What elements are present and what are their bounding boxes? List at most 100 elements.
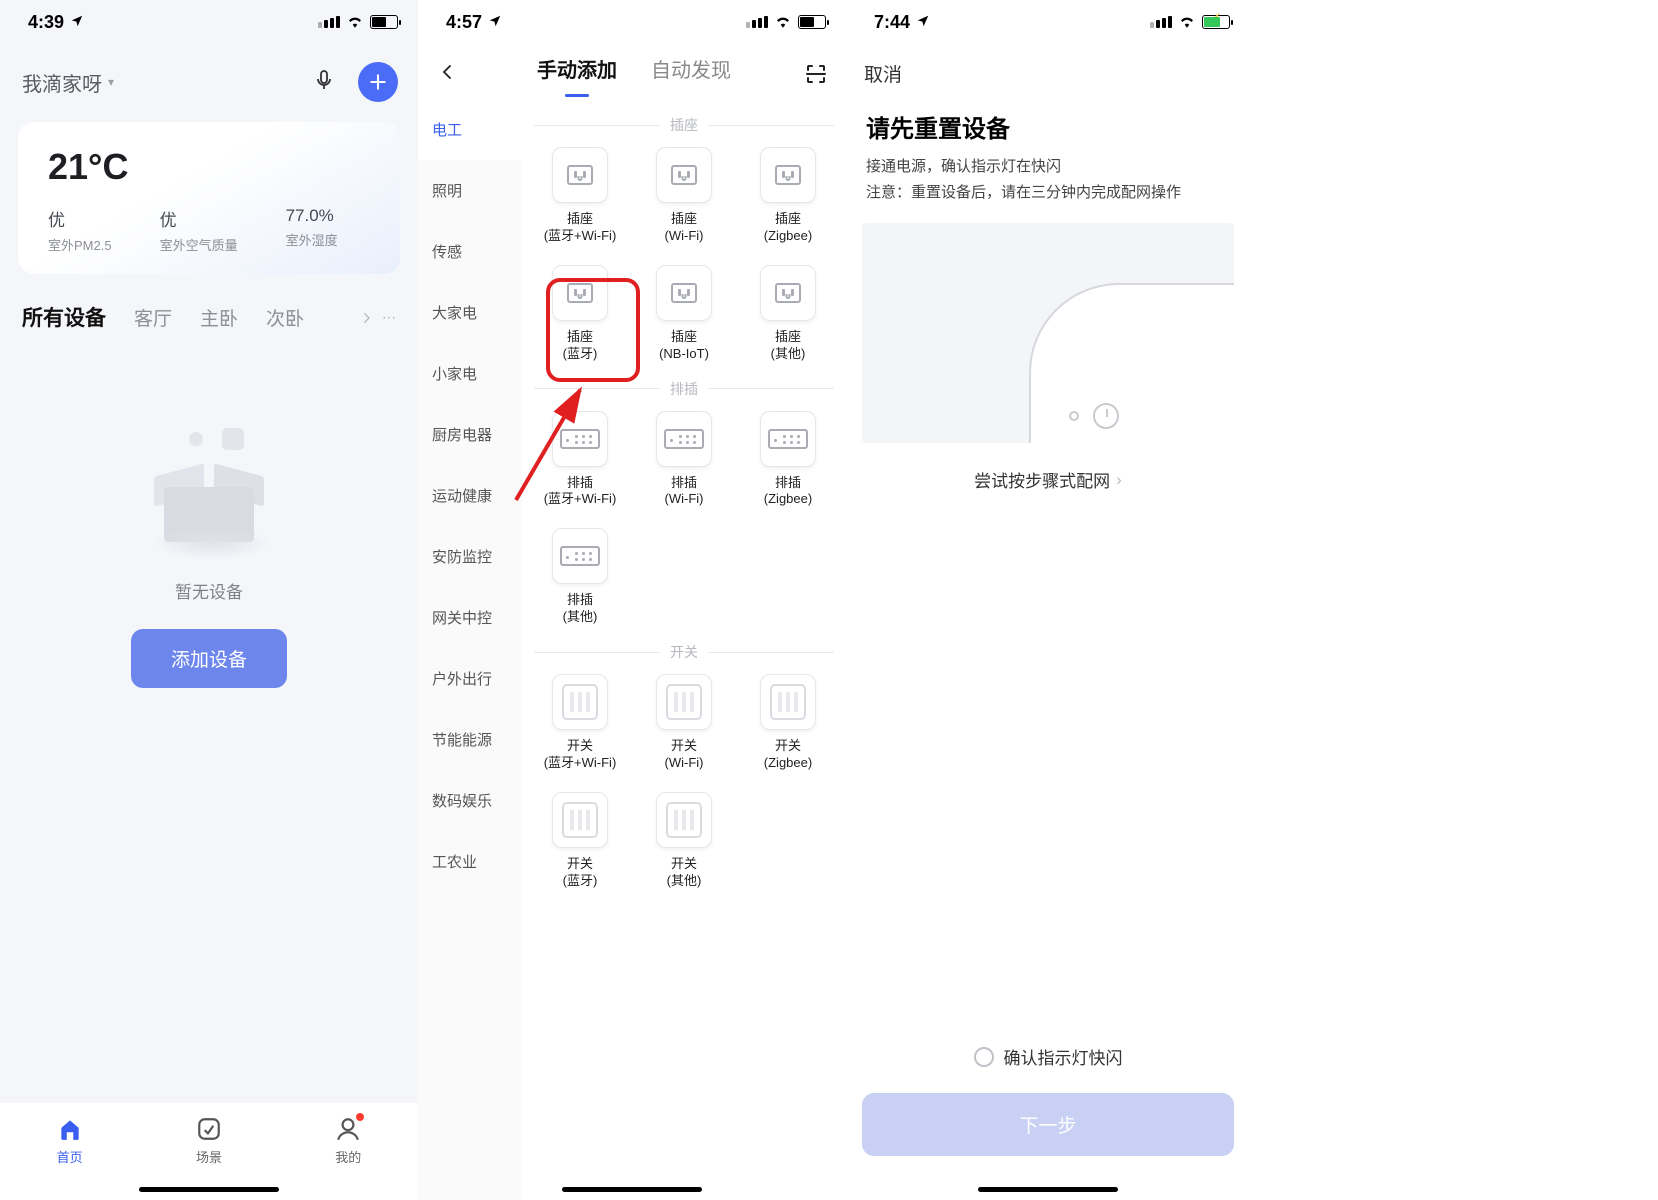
cat-small-appliance[interactable]: 小家电 bbox=[418, 343, 522, 404]
device-switch-zigbee[interactable]: 开关(Zigbee) bbox=[736, 674, 840, 772]
room-tabs-more[interactable]: ⋯ bbox=[362, 309, 398, 326]
cancel-button[interactable]: 取消 bbox=[864, 65, 902, 86]
phone-reset-device: 7:44 取消 请先重置设备 接通电源，确认指示灯在快闪 注意：重置设备后，请在… bbox=[846, 0, 1250, 1200]
power-strip-icon bbox=[552, 528, 608, 584]
profile-icon bbox=[334, 1115, 362, 1143]
section-switch-title: 开关 bbox=[534, 642, 834, 662]
next-button[interactable]: 下一步 bbox=[862, 1093, 1234, 1156]
device-socket-zigbee[interactable]: 插座(Zigbee) bbox=[736, 147, 840, 245]
device-switch-bluetooth[interactable]: 开关(蓝牙) bbox=[528, 792, 632, 890]
socket-icon bbox=[552, 265, 608, 321]
home-indicator bbox=[139, 1187, 279, 1192]
device-socket-btwifi[interactable]: 插座(蓝牙+Wi-Fi) bbox=[528, 147, 632, 245]
cat-lighting[interactable]: 照明 bbox=[418, 160, 522, 221]
tab-scene[interactable]: 场景 bbox=[195, 1115, 223, 1166]
room-tabs: 所有设备 客厅 主卧 次卧 ⋯ bbox=[0, 274, 418, 342]
back-button[interactable] bbox=[430, 58, 464, 90]
empty-state: 暂无设备 添加设备 bbox=[0, 432, 418, 688]
section-strip-title: 排插 bbox=[534, 379, 834, 399]
room-tab-all[interactable]: 所有设备 bbox=[22, 302, 106, 332]
microphone-icon[interactable] bbox=[312, 68, 336, 97]
cat-electrical[interactable]: 电工 bbox=[418, 99, 522, 160]
cat-outdoor[interactable]: 户外出行 bbox=[418, 648, 522, 709]
status-bar: 4:57 bbox=[418, 0, 846, 44]
device-strip-other[interactable]: 排插(其他) bbox=[528, 528, 632, 626]
device-switch-btwifi[interactable]: 开关(蓝牙+Wi-Fi) bbox=[528, 674, 632, 772]
switch-icon bbox=[656, 674, 712, 730]
weather-card[interactable]: 21°C 优 室外PM2.5 优 室外空气质量 77.0% 室外湿度 bbox=[18, 122, 400, 274]
location-icon bbox=[916, 12, 930, 33]
tab-home[interactable]: 首页 bbox=[56, 1115, 84, 1166]
weather-temperature: 21°C bbox=[48, 146, 378, 188]
socket-icon bbox=[656, 147, 712, 203]
switch-icon bbox=[552, 674, 608, 730]
led-icon bbox=[1069, 411, 1079, 421]
cat-sensor[interactable]: 传感 bbox=[418, 221, 522, 282]
cat-industry[interactable]: 工农业 bbox=[418, 831, 522, 892]
add-button[interactable] bbox=[358, 62, 398, 102]
home-selector[interactable]: 我滴家呀 ▾ bbox=[22, 68, 114, 97]
empty-text: 暂无设备 bbox=[175, 578, 243, 603]
confirm-label: 确认指示灯快闪 bbox=[1004, 1044, 1123, 1069]
socket-icon bbox=[760, 147, 816, 203]
device-socket-bluetooth[interactable]: 插座(蓝牙) bbox=[528, 265, 632, 363]
tab-manual-add[interactable]: 手动添加 bbox=[537, 54, 617, 93]
status-time: 4:57 bbox=[446, 12, 482, 33]
wifi-icon bbox=[774, 12, 792, 33]
status-time: 4:39 bbox=[28, 12, 64, 33]
cat-kitchen[interactable]: 厨房电器 bbox=[418, 404, 522, 465]
room-tab-second[interactable]: 次卧 bbox=[266, 304, 304, 331]
home-indicator bbox=[978, 1187, 1118, 1192]
cat-large-appliance[interactable]: 大家电 bbox=[418, 282, 522, 343]
power-strip-icon bbox=[656, 411, 712, 467]
device-strip-btwifi[interactable]: 排插(蓝牙+Wi-Fi) bbox=[528, 411, 632, 509]
cat-gateway[interactable]: 网关中控 bbox=[418, 587, 522, 648]
device-socket-nbiot[interactable]: 插座(NB-IoT) bbox=[632, 265, 736, 363]
chevron-down-icon: ▾ bbox=[108, 75, 114, 89]
chevron-right-icon: › bbox=[1116, 470, 1122, 490]
power-strip-icon bbox=[760, 411, 816, 467]
notification-dot bbox=[356, 1113, 364, 1121]
bottom-tab-bar: 首页 场景 我的 bbox=[0, 1102, 418, 1200]
empty-box-icon bbox=[134, 432, 284, 542]
phone-home: 4:39 我滴家呀 ▾ 21°C bbox=[0, 0, 418, 1200]
add-device-button[interactable]: 添加设备 bbox=[131, 629, 287, 688]
socket-icon bbox=[552, 147, 608, 203]
switch-icon bbox=[552, 792, 608, 848]
section-socket-title: 插座 bbox=[534, 115, 834, 135]
cat-security[interactable]: 安防监控 bbox=[418, 526, 522, 587]
status-bar: 7:44 bbox=[846, 0, 1250, 44]
battery-icon bbox=[798, 15, 826, 29]
device-strip-zigbee[interactable]: 排插(Zigbee) bbox=[736, 411, 840, 509]
confirm-indicator-row[interactable]: 确认指示灯快闪 bbox=[862, 1044, 1234, 1069]
home-indicator bbox=[562, 1187, 702, 1192]
tab-profile[interactable]: 我的 bbox=[334, 1115, 362, 1166]
wifi-icon bbox=[1178, 12, 1196, 33]
device-strip-wifi[interactable]: 排插(Wi-Fi) bbox=[632, 411, 736, 509]
cat-energy[interactable]: 节能能源 bbox=[418, 709, 522, 770]
device-socket-wifi[interactable]: 插座(Wi-Fi) bbox=[632, 147, 736, 245]
status-time: 7:44 bbox=[874, 12, 910, 33]
room-tab-livingroom[interactable]: 客厅 bbox=[134, 304, 172, 331]
cat-entertainment[interactable]: 数码娱乐 bbox=[418, 770, 522, 831]
device-switch-other[interactable]: 开关(其他) bbox=[632, 792, 736, 890]
location-icon bbox=[70, 12, 84, 33]
battery-icon bbox=[370, 15, 398, 29]
socket-icon bbox=[760, 265, 816, 321]
power-strip-icon bbox=[552, 411, 608, 467]
tab-auto-discover[interactable]: 自动发现 bbox=[651, 54, 731, 93]
switch-icon bbox=[760, 674, 816, 730]
weather-air: 优 室外空气质量 bbox=[160, 206, 238, 254]
cat-health[interactable]: 运动健康 bbox=[418, 465, 522, 526]
device-socket-other[interactable]: 插座(其他) bbox=[736, 265, 840, 363]
home-name-label: 我滴家呀 bbox=[22, 68, 102, 97]
power-icon bbox=[1093, 403, 1119, 429]
device-switch-wifi[interactable]: 开关(Wi-Fi) bbox=[632, 674, 736, 772]
location-icon bbox=[488, 12, 502, 33]
radio-unchecked-icon[interactable] bbox=[974, 1047, 994, 1067]
reset-title: 请先重置设备 bbox=[866, 109, 1230, 144]
reset-illustration bbox=[862, 223, 1234, 443]
try-step-mode[interactable]: 尝试按步骤式配网 › bbox=[862, 443, 1234, 516]
room-tab-master[interactable]: 主卧 bbox=[200, 304, 238, 331]
scan-icon[interactable] bbox=[804, 62, 828, 86]
